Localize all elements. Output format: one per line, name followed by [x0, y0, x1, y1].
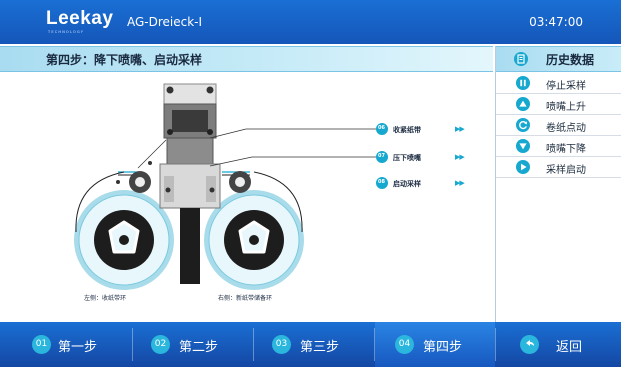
callout-06-arrows: ▶▶ — [455, 125, 465, 133]
right-reel-caption: 右侧：新纸带储备环 — [218, 295, 273, 302]
nozzle-down-button[interactable]: 喷嘴下降 — [496, 136, 621, 157]
nav-step-2-label: 第二步 — [179, 340, 219, 355]
history-icon — [514, 52, 528, 66]
nav-step-1[interactable]: 01 第一步 — [0, 322, 132, 367]
callout-08-label: 启动采样 — [393, 180, 421, 188]
sidebar: 历史数据 停止采样 喷嘴上升 卷纸点动 喷嘴下降 采样启动 — [495, 46, 621, 322]
nav-step-3[interactable]: 03 第三步 — [254, 322, 374, 367]
sampler-illustration — [74, 83, 388, 290]
nav-step-4[interactable]: 04 第四步 — [375, 322, 495, 367]
stop-sampling-label: 停止采样 — [546, 81, 586, 92]
nav-step-4-badge: 04 — [395, 335, 414, 354]
step-banner: 第四步：降下喷嘴、启动采样 — [0, 46, 493, 72]
callout-08-arrows: ▶▶ — [455, 179, 465, 187]
play-icon — [516, 160, 530, 174]
back-icon — [520, 335, 539, 354]
brand-logo: Leekay — [46, 8, 114, 29]
back-label: 返回 — [556, 340, 583, 355]
callout-06-label: 收紧纸带 — [393, 126, 421, 134]
nozzle-down-label: 喷嘴下降 — [546, 144, 586, 155]
nav-step-4-label: 第四步 — [423, 340, 463, 355]
device-diagram: 06 收紧纸带 ▶▶ 07 压下喷嘴 ▶▶ 08 启动采样 ▶▶ 左侧：收纸带环… — [0, 72, 493, 322]
start-sampling-label: 采样启动 — [546, 165, 586, 176]
back-button[interactable]: 返回 — [496, 322, 621, 367]
nav-step-3-badge: 03 — [272, 335, 291, 354]
step-title: 第四步：降下喷嘴、启动采样 — [46, 53, 203, 67]
nav-step-3-label: 第三步 — [300, 340, 340, 355]
callout-06-number: 06 — [378, 125, 385, 131]
clock: 03:47:00 — [529, 15, 583, 29]
nozzle-up-label: 喷嘴上升 — [546, 102, 586, 113]
history-data-button[interactable]: 历史数据 — [496, 46, 621, 72]
header-bar: Leekay TECHNOLOGY AG-Dreieck-I 03:47:00 — [0, 0, 621, 44]
bottom-nav: 01 第一步 02 第二步 03 第三步 04 第四步 返回 — [0, 322, 621, 367]
history-data-label: 历史数据 — [546, 53, 595, 67]
app-title: AG-Dreieck-I — [127, 15, 203, 29]
paper-jog-button[interactable]: 卷纸点动 — [496, 115, 621, 136]
nav-step-1-label: 第一步 — [58, 340, 98, 355]
nav-step-2-badge: 02 — [151, 335, 170, 354]
pause-icon — [516, 76, 530, 90]
nav-step-2[interactable]: 02 第二步 — [133, 322, 253, 367]
callout-07-label: 压下喷嘴 — [393, 154, 421, 162]
refresh-icon — [516, 118, 530, 132]
start-sampling-button[interactable]: 采样启动 — [496, 157, 621, 178]
callout-08-number: 08 — [378, 179, 385, 185]
nozzle-up-button[interactable]: 喷嘴上升 — [496, 94, 621, 115]
callout-07-number: 07 — [378, 153, 385, 159]
stop-sampling-button[interactable]: 停止采样 — [496, 73, 621, 94]
triangle-up-icon — [516, 97, 530, 111]
paper-jog-label: 卷纸点动 — [546, 123, 586, 134]
left-reel-caption: 左侧：收纸带环 — [84, 295, 127, 302]
support-post — [180, 208, 200, 284]
nav-step-1-badge: 01 — [32, 335, 51, 354]
brand-logo-subtitle: TECHNOLOGY — [48, 30, 85, 34]
callout-07-arrows: ▶▶ — [455, 153, 465, 161]
triangle-down-icon — [516, 139, 530, 153]
